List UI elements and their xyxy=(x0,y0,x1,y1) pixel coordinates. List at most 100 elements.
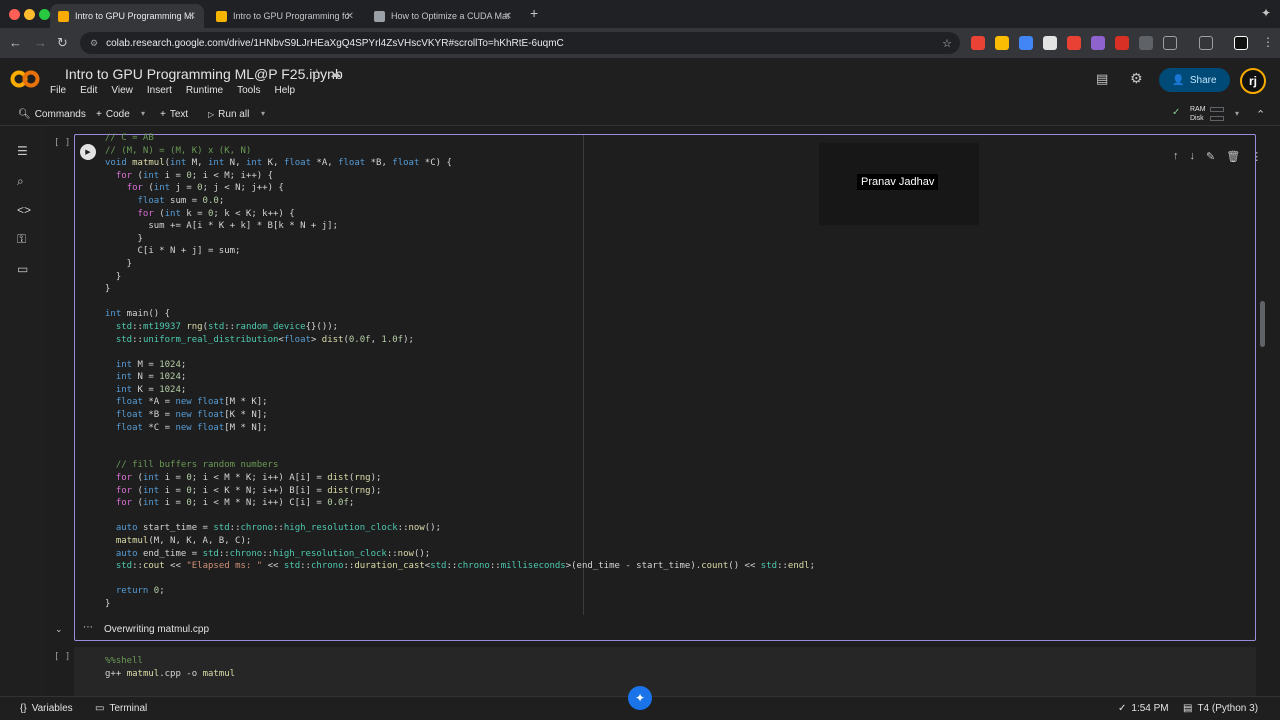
code-line: return 0; xyxy=(115,586,165,597)
delete-trash-icon[interactable]: 🗑︎ xyxy=(1226,150,1240,163)
run-all-dropdown-icon[interactable]: ▾ xyxy=(261,109,265,118)
comments-icon[interactable]: ▤ xyxy=(1096,71,1108,87)
edit-pencil-icon[interactable]: ✎ xyxy=(1206,150,1215,163)
commands-label: Commands xyxy=(34,109,86,120)
move-up-icon[interactable]: ↑ xyxy=(1173,150,1179,163)
bookmark-star-icon[interactable]: ☆ xyxy=(942,37,952,50)
resource-monitor[interactable]: RAM Disk xyxy=(1190,105,1206,123)
extension-icon[interactable] xyxy=(1067,36,1081,50)
collapse-output-chevron-icon[interactable]: ⌄ xyxy=(55,624,63,635)
reload-icon[interactable]: ↻ xyxy=(57,35,68,51)
disk-bar xyxy=(1210,116,1224,121)
settings-gear-icon[interactable]: ⚙ xyxy=(1130,70,1143,87)
url-text: colab.research.google.com/drive/1HNbvS9L… xyxy=(106,37,564,49)
output-actions-icon[interactable]: ⋯ xyxy=(83,622,93,633)
vertical-scrollbar[interactable] xyxy=(1260,301,1265,347)
run-all-button[interactable]: ▷ Run all xyxy=(208,109,249,120)
menu-item-file[interactable]: File xyxy=(50,85,66,96)
code-editor[interactable]: // C = AB // (M, N) = (M, K) x (K, N) void… xyxy=(105,132,1205,639)
code-snippets-icon[interactable]: <> xyxy=(17,203,31,217)
tab-title: Intro to GPU Programming ML xyxy=(75,11,193,21)
maximize-window-button[interactable] xyxy=(39,9,50,20)
code-line: float *A = new float[M * K]; xyxy=(115,397,268,408)
tab-favicon-icon xyxy=(374,10,385,22)
menu-item-tools[interactable]: Tools xyxy=(237,85,260,96)
menu-item-help[interactable]: Help xyxy=(274,85,295,96)
new-tab-icon[interactable]: + xyxy=(530,5,538,21)
more-options-icon[interactable]: ⋮ xyxy=(1251,150,1262,163)
code-line: int main() { xyxy=(105,309,171,320)
tab-title: How to Optimize a CUDA Mat xyxy=(391,11,509,21)
close-tab-icon[interactable]: ✕ xyxy=(188,11,196,22)
colab-logo-icon[interactable] xyxy=(10,69,40,89)
check-icon: ✓ xyxy=(1118,703,1127,714)
code-line: std::cout << "Elapsed ms: " << std::chro… xyxy=(115,561,816,572)
code-line: auto start_time = std::chrono::high_reso… xyxy=(115,523,442,534)
variables-button[interactable]: {} Variables xyxy=(20,703,73,714)
star-icon[interactable]: ☆ xyxy=(311,66,323,82)
share-button[interactable]: 👤 Share xyxy=(1159,68,1230,92)
menu-item-view[interactable]: View xyxy=(111,85,133,96)
avatar[interactable]: rj xyxy=(1240,68,1266,94)
gemini-icon[interactable]: ✦ xyxy=(628,686,652,710)
browser-menu-icon[interactable]: ⋮ xyxy=(1262,35,1274,49)
extensions-puzzle-icon[interactable] xyxy=(1163,36,1177,50)
commands-button[interactable]: 🔍︎ Commands xyxy=(18,109,86,120)
url-field[interactable]: ⚙ colab.research.google.com/drive/1HNbvS… xyxy=(80,32,960,54)
side-panel-icon[interactable] xyxy=(1199,36,1213,50)
files-folder-icon[interactable]: ▭ xyxy=(17,262,28,276)
runtime-status[interactable]: ▤ T4 (Python 3) xyxy=(1183,703,1258,714)
collapse-icon[interactable]: ⌃ xyxy=(1256,108,1265,121)
menu-item-runtime[interactable]: Runtime xyxy=(186,85,223,96)
extension-icon[interactable] xyxy=(1091,36,1105,50)
execution-status[interactable]: ✓ 1:54 PM xyxy=(1118,703,1169,714)
cloud-icon[interactable]: ☁ xyxy=(330,67,341,80)
browser-tab[interactable]: How to Optimize a CUDA Mat ✕ xyxy=(366,4,520,28)
extension-icon[interactable] xyxy=(995,36,1009,50)
code-line: // C = AB xyxy=(105,133,154,143)
secrets-key-icon[interactable]: ⚿ xyxy=(17,232,26,247)
extension-icon[interactable] xyxy=(1043,36,1057,50)
code-line: auto end_time = std::chrono::high_resolu… xyxy=(115,548,431,559)
run-cell-play-icon[interactable]: ▶ xyxy=(80,144,96,160)
tab-favicon-icon xyxy=(58,10,69,22)
runtime-dropdown-icon[interactable]: ▾ xyxy=(1235,109,1239,118)
extension-icon[interactable] xyxy=(1115,36,1129,50)
code-line: for (int i = 0; i < M * K; i++) A[i] = d… xyxy=(115,473,382,484)
forward-icon[interactable]: → xyxy=(34,35,47,50)
extension-icon[interactable] xyxy=(971,36,985,50)
run-all-label: Run all xyxy=(218,109,250,120)
code-cell[interactable]: ▶ // C = AB // (M, N) = (M, K) x (K, N) vo… xyxy=(74,132,1262,641)
code-cell[interactable]: %%shell g++ matmul.cpp -o matmul xyxy=(74,647,1256,696)
add-code-button[interactable]: + Code xyxy=(96,109,130,120)
browser-tab[interactable]: Intro to GPU Programming fo ✕ xyxy=(208,4,362,28)
menu-item-edit[interactable]: Edit xyxy=(80,85,97,96)
back-icon[interactable]: ← xyxy=(9,35,22,50)
move-down-icon[interactable]: ↓ xyxy=(1190,150,1196,163)
code-editor[interactable]: %%shell g++ matmul.cpp -o matmul xyxy=(105,655,235,680)
profile-icon[interactable] xyxy=(1234,36,1248,50)
disk-label: Disk xyxy=(1190,115,1204,122)
extension-icon[interactable] xyxy=(1019,36,1033,50)
close-tab-icon[interactable]: ✕ xyxy=(504,11,512,22)
terminal-button[interactable]: ▭ Terminal xyxy=(95,703,147,714)
menu-item-insert[interactable]: Insert xyxy=(147,85,172,96)
sparkle-icon[interactable]: ✦ xyxy=(1261,6,1271,20)
find-icon[interactable]: ⌕ xyxy=(17,174,24,189)
code-line: int K = 1024; xyxy=(115,384,187,395)
extension-icon[interactable] xyxy=(1139,36,1153,50)
cell-toolbar: ↑ ↓ ✎ 🗑︎ ⋮ xyxy=(1173,150,1262,163)
browser-tab[interactable]: Intro to GPU Programming ML ✕ xyxy=(50,4,204,28)
site-info-icon[interactable]: ⚙ xyxy=(90,38,98,49)
close-window-button[interactable] xyxy=(9,9,20,20)
close-tab-icon[interactable]: ✕ xyxy=(346,11,354,22)
notebook-title[interactable]: Intro to GPU Programming ML@P F25.ipynb xyxy=(65,66,343,82)
table-of-contents-icon[interactable]: ☰ xyxy=(17,144,28,158)
cell-bracket: [ ] xyxy=(54,652,71,662)
add-text-button[interactable]: + Text xyxy=(160,109,188,120)
minimize-window-button[interactable] xyxy=(24,9,35,20)
share-label: Share xyxy=(1189,74,1217,86)
code-dropdown-icon[interactable]: ▾ xyxy=(141,109,145,118)
